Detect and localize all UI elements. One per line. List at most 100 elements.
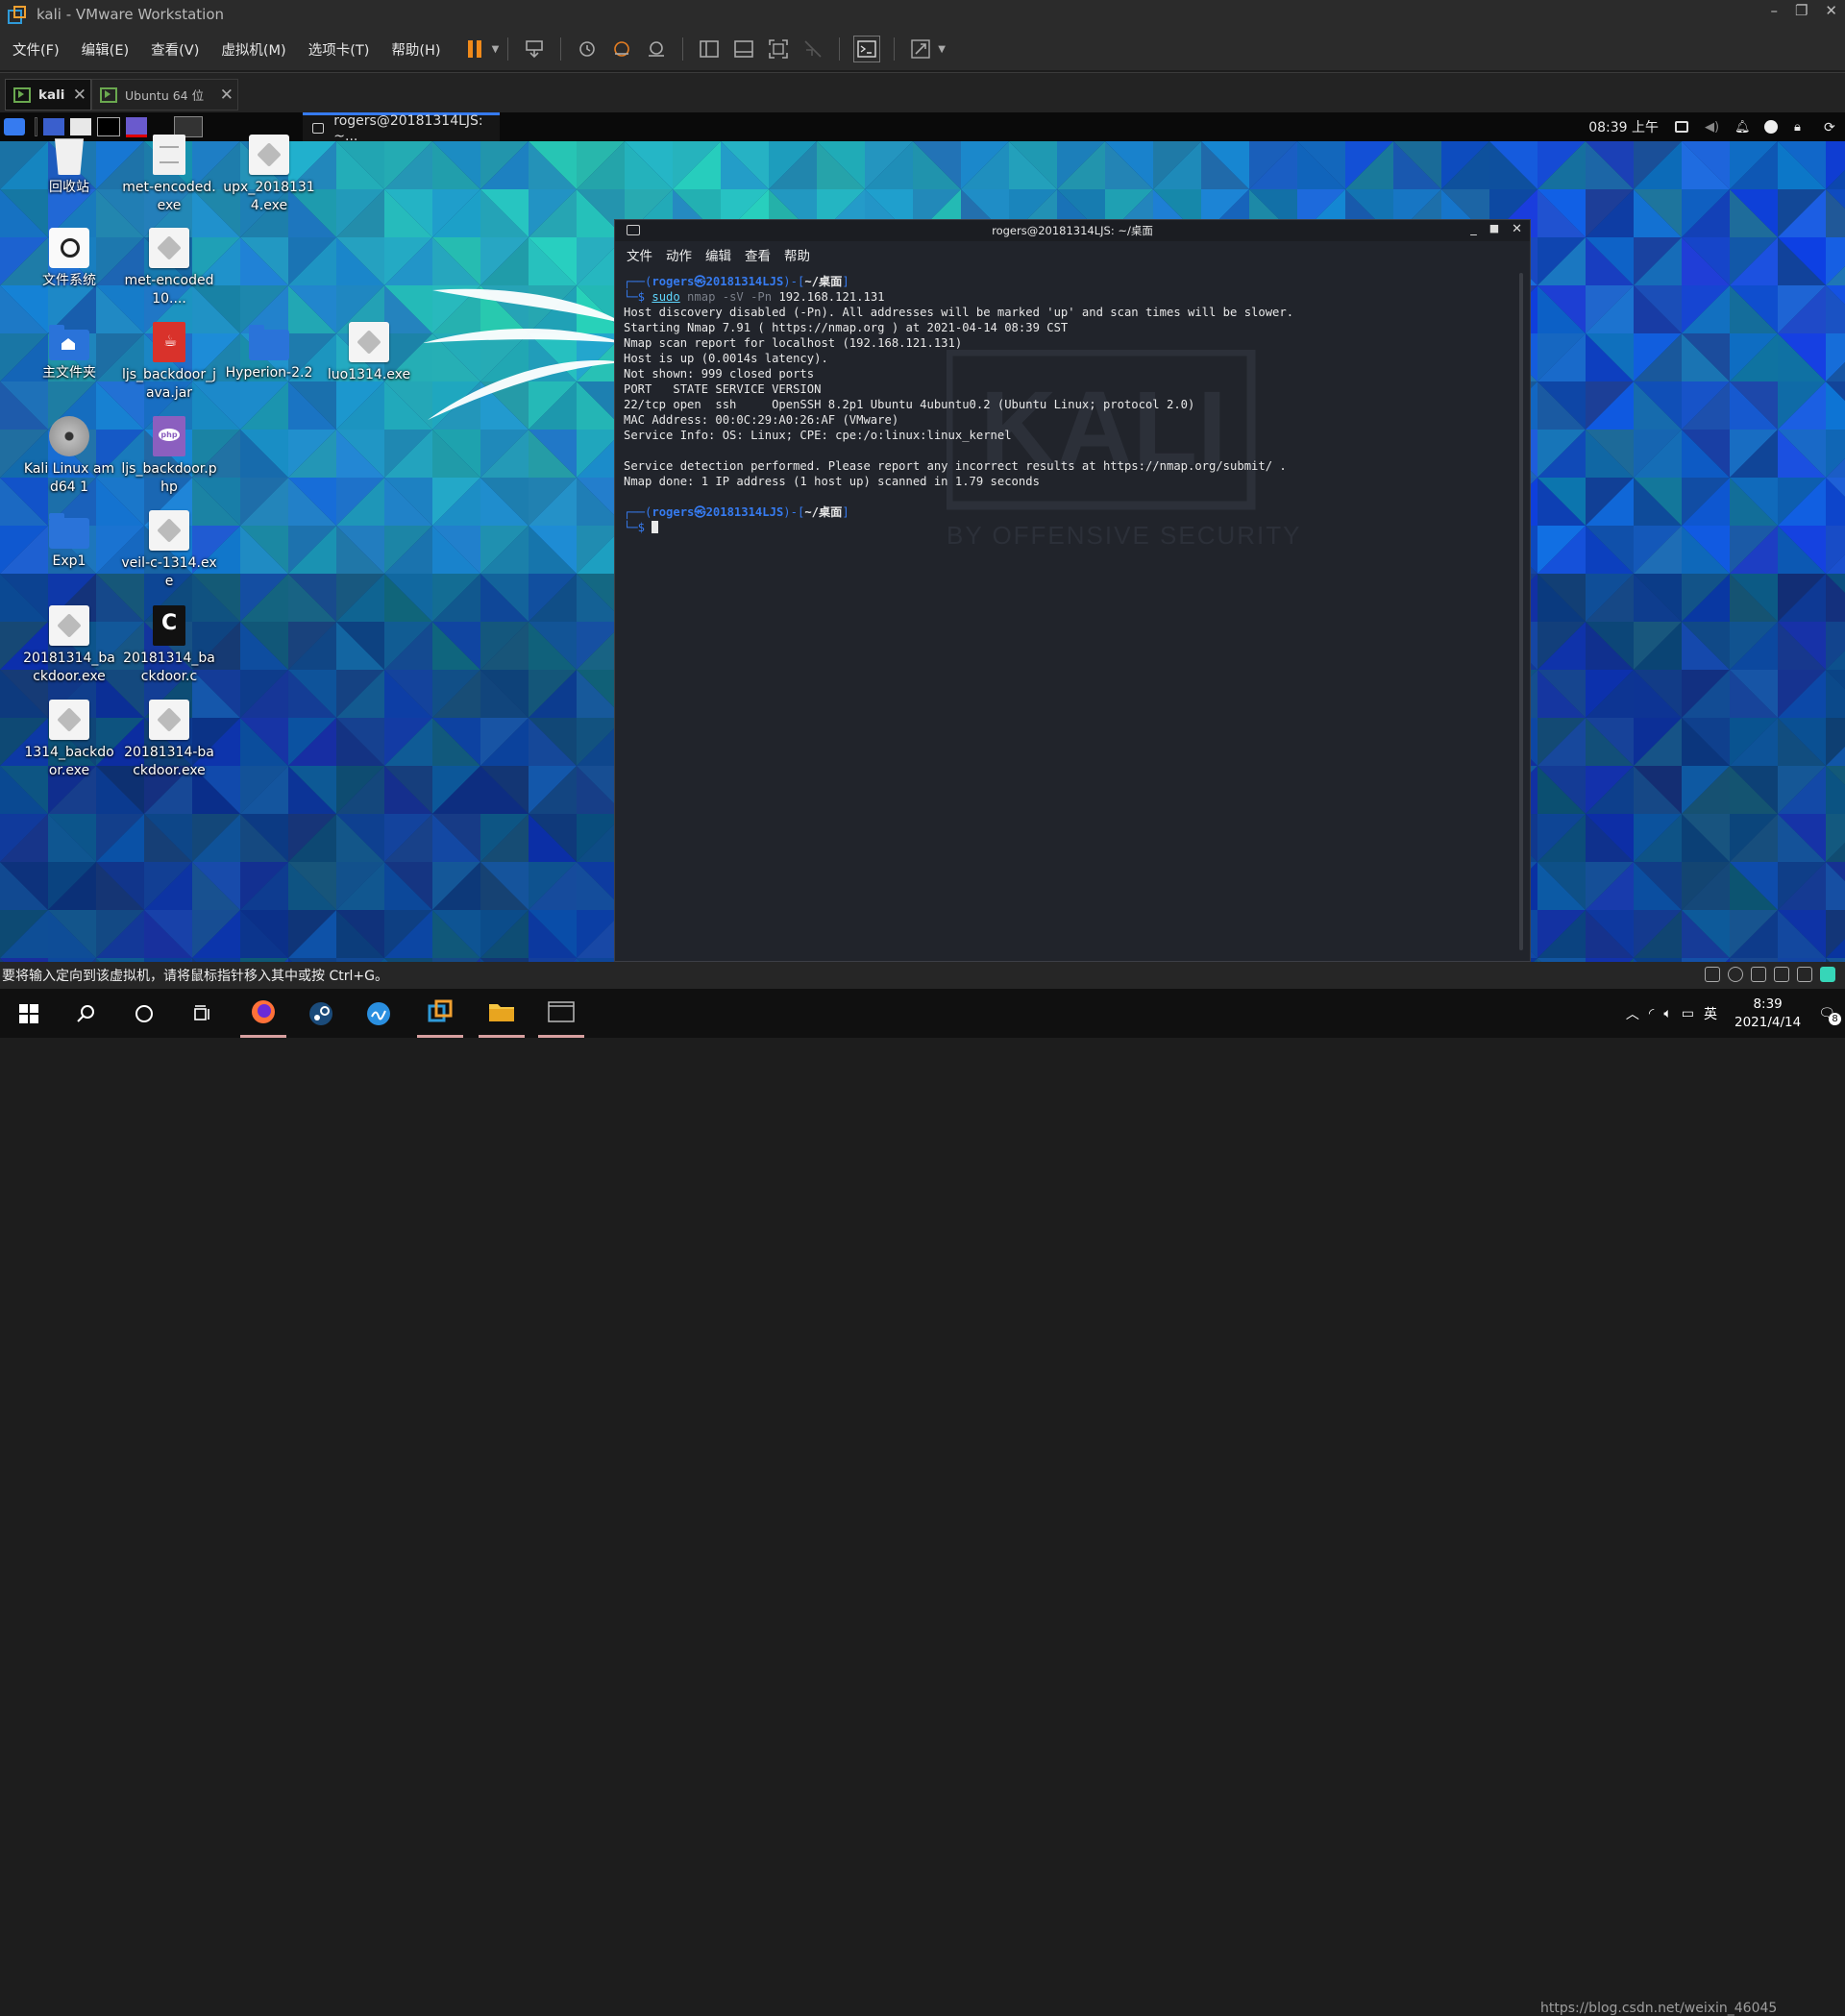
maximize-button[interactable]: ■ [1489,222,1499,236]
unity-button[interactable] [800,37,825,61]
file-manager-icon[interactable] [70,118,91,135]
desktop-icon-veil[interactable]: veil-c-1314.exe [121,510,217,591]
notification-bell-icon[interactable]: 🔔︎ [1734,120,1751,135]
menu-vm[interactable]: 虚拟机(M) [209,39,295,60]
message-icon[interactable] [1820,967,1835,982]
close-button[interactable]: ✕ [1512,222,1522,236]
full-screen-button[interactable] [766,37,791,61]
output-line: Service detection performed. Please repo… [624,459,1287,473]
task-label: rogers@20181314LJS: ~... [333,112,483,144]
desktop-icon-java-jar[interactable]: ☕︎ ljs_backdoor_java.jar [121,322,217,403]
terminal-scrollbar[interactable] [1519,273,1523,950]
search-button[interactable] [63,989,110,1038]
desktop-icon-backdoor-c[interactable]: C 20181314_backdoor.c [121,605,217,686]
desktop-icon-filesystem[interactable]: 文件系统 [21,228,117,290]
printer-icon[interactable] [1774,967,1789,982]
firefox-taskbar-button[interactable] [240,989,286,1038]
menu-help[interactable]: 帮助(H) [379,39,450,60]
close-button[interactable]: ✕ [1825,2,1837,19]
windows-start-button[interactable] [6,989,52,1038]
panel-clock[interactable]: 08:39 上午 [1588,117,1659,136]
desktop-icon-home[interactable]: 主文件夹 [21,322,117,382]
volume-icon[interactable]: ◀) [1705,120,1719,135]
desktop-icon-luo1314[interactable]: luo1314.exe [321,322,417,384]
desktop-icon-met-encoded[interactable]: met-encoded.exe [121,135,217,215]
show-desktop-icon[interactable] [35,117,37,136]
hard-disk-icon[interactable] [1705,967,1720,982]
close-tab-icon[interactable]: ✕ [73,86,86,105]
terminal-menu-edit[interactable]: 编辑 [705,245,731,264]
minimize-button[interactable]: – [1770,2,1778,19]
display-icon[interactable] [1675,121,1688,133]
desktop-icon-backdoor-exe[interactable]: 20181314_backdoor.exe [21,605,117,686]
desktop-icon-kali-disc[interactable]: Kali Linux amd64 1 [21,416,117,497]
menu-file[interactable]: 文件(F) [0,39,69,60]
snapshot-manager-button[interactable] [644,37,669,61]
menu-view[interactable]: 查看(V) [138,39,209,60]
terminal-menu-help[interactable]: 帮助 [784,245,810,264]
lock-icon[interactable]: 🔒︎ [1794,120,1808,135]
show-library-button[interactable] [697,37,722,61]
thumbnail-bar-button[interactable] [731,37,756,61]
explorer-taskbar-button[interactable] [479,989,525,1038]
power-icon[interactable] [1764,120,1778,134]
desktop-icon-20181314-backdoor[interactable]: 20181314-backdoor.exe [121,700,217,780]
kali-menu-icon[interactable] [4,118,25,135]
tab-kali[interactable]: kali ✕ [5,79,91,111]
cortana-button[interactable] [121,989,167,1038]
input-line[interactable]: └─$ [624,520,1530,535]
desktop-icon-hyperion[interactable]: Hyperion-2.2 [221,322,317,382]
sound-card-icon[interactable] [1797,967,1812,982]
clock-date: 2021/4/14 [1734,1014,1802,1030]
chevron-up-icon[interactable]: ︿ [1626,1004,1639,1023]
task-view-button[interactable] [179,989,225,1038]
desktop-icon-met-encoded10[interactable]: met-encoded10.... [121,228,217,308]
desktop-icon-php[interactable]: php ljs_backdoor.php [121,416,217,497]
desktop-icon-exp1[interactable]: Exp1 [21,510,117,571]
ime-indicator[interactable]: 英 [1704,1004,1717,1023]
terminal-launcher-icon[interactable] [97,117,120,136]
vmware-taskbar-button[interactable] [417,989,463,1038]
pause-button[interactable] [462,37,487,61]
terminal-output[interactable]: ┌──(rogers㉿20181314LJS)-[~/桌面] └─$ sudo n… [615,268,1530,535]
refresh-icon[interactable]: ⟳ [1824,120,1837,135]
terminal-menu-view[interactable]: 查看 [745,245,771,264]
desktop-icon-1314-backdoor[interactable]: 1314_backdoor.exe [21,700,117,780]
windows-logo-icon [19,1003,38,1023]
files-launcher-icon[interactable] [43,118,64,135]
cd-rom-icon[interactable] [1728,967,1743,982]
minimize-button[interactable]: _ [1470,222,1477,236]
console-view-button[interactable] [853,36,881,62]
windows-clock[interactable]: 8:39 2021/4/14 [1734,996,1801,1032]
network-adapter-icon[interactable] [1751,967,1766,982]
disc-icon [49,416,89,456]
menu-edit[interactable]: 编辑(E) [69,39,138,60]
terminal-titlebar[interactable]: rogers@20181314LJS: ~/桌面 _ ■ ✕ [615,220,1530,241]
terminal-menu-actions[interactable]: 动作 [666,245,692,264]
desktop-icon-upx[interactable]: upx_20181314.exe [221,135,317,215]
snapshot-button[interactable] [575,37,600,61]
terminal-menu-file[interactable]: 文件 [627,245,652,264]
desktop-icon-trash[interactable]: 回收站 [21,135,117,197]
output-line: MAC Address: 00:0C:29:A0:26:AF (VMware) [624,413,899,427]
close-tab-icon[interactable]: ✕ [220,86,234,105]
guest-display[interactable]: rogers@20181314LJS: ~... 08:39 上午 ◀) 🔔︎ … [0,112,1845,962]
kali-dragon-swoosh [423,288,625,420]
steam-taskbar-button[interactable] [298,989,344,1038]
chevron-down-icon[interactable]: ▼ [492,44,500,55]
console-taskbar-button[interactable] [538,989,584,1038]
chevron-down-icon[interactable]: ▼ [938,44,946,55]
app-taskbar-button[interactable] [356,989,402,1038]
taskbar-terminal-button[interactable]: rogers@20181314LJS: ~... [303,112,500,144]
speaker-icon[interactable]: 🔈︎ [1663,1006,1671,1021]
wifi-icon[interactable]: ◜ [1649,1006,1654,1021]
send-ctrl-alt-del-button[interactable] [522,37,547,61]
revert-snapshot-button[interactable] [609,37,634,61]
tab-ubuntu[interactable]: Ubuntu 64 位 ✕ [91,79,238,111]
menu-tabs[interactable]: 选项卡(T) [296,39,380,60]
battery-icon[interactable]: ▭ [1682,1006,1694,1021]
restore-button[interactable]: ❐ [1795,2,1808,19]
action-center-icon[interactable]: 🗨︎ 8 [1818,1006,1841,1025]
terminal-window[interactable]: rogers@20181314LJS: ~/桌面 _ ■ ✕ 文件 动作 编辑 … [614,219,1531,962]
stretch-guest-button[interactable] [908,37,933,61]
